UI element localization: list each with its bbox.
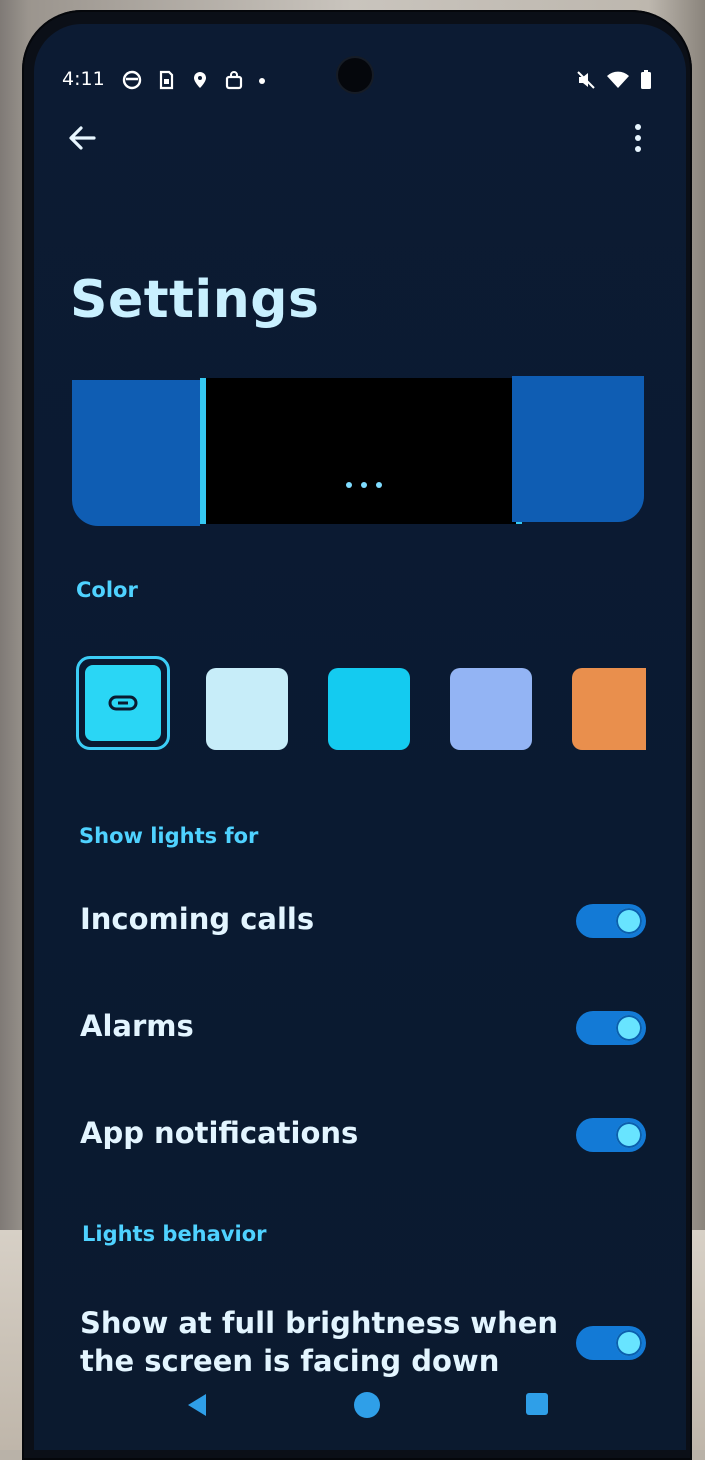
toggle-row-app-notifications[interactable]: App notifications (80, 1106, 646, 1166)
location-pin-icon (194, 72, 206, 88)
section-color-label: Color (76, 578, 138, 602)
toggle-row-incoming-calls[interactable]: Incoming calls (80, 892, 646, 952)
front-camera (338, 58, 372, 92)
full-brightness-switch[interactable] (576, 1326, 646, 1360)
toggle-row-alarms[interactable]: Alarms (80, 999, 646, 1059)
preview-right-panel (512, 376, 644, 522)
alarms-switch[interactable] (576, 1011, 646, 1045)
page-title: Settings (70, 270, 320, 330)
more-options-icon[interactable] (626, 120, 650, 156)
notification-icons (122, 70, 266, 90)
nav-recents-icon[interactable] (526, 1393, 548, 1415)
section-lights-behavior-label: Lights behavior (82, 1222, 267, 1246)
incoming-calls-label: Incoming calls (80, 902, 315, 936)
system-icons (576, 70, 652, 90)
preview-phone-screen (200, 378, 522, 524)
battery-icon (641, 70, 651, 89)
screen: 4:11 Settings Color Show lights for Inco… (34, 24, 686, 1450)
mute-icon (577, 71, 595, 89)
nav-back-icon[interactable] (182, 1390, 212, 1420)
full-brightness-line1: Show at full brightness when (80, 1306, 559, 1340)
color-swatch-light[interactable] (206, 668, 288, 750)
top-app-bar (54, 114, 666, 162)
app-notifications-label: App notifications (80, 1116, 359, 1150)
navigation-bar (34, 1380, 686, 1430)
toggle-row-full-brightness[interactable]: Show at full brightness when the screen … (80, 1304, 646, 1384)
sim-card-icon (159, 70, 174, 90)
color-swatch-list (76, 656, 646, 756)
full-brightness-line2: the screen is facing down (80, 1344, 500, 1378)
shopping-bag-icon (225, 71, 243, 90)
preview-dots (346, 482, 382, 488)
color-swatch-orange[interactable] (572, 668, 646, 750)
color-swatch-cyan-selected[interactable] (76, 656, 170, 750)
app-notifications-switch[interactable] (576, 1118, 646, 1152)
wifi-icon (607, 71, 629, 88)
status-time: 4:11 (62, 68, 105, 90)
color-swatch-periwinkle[interactable] (450, 668, 532, 750)
link-icon (108, 695, 138, 711)
alarms-label: Alarms (80, 1009, 194, 1043)
more-dot-icon (259, 78, 265, 84)
nav-home-icon[interactable] (354, 1392, 380, 1418)
color-swatch-aqua[interactable] (328, 668, 410, 750)
preview-left-panel (72, 380, 200, 526)
edge-light-preview (72, 376, 644, 526)
section-show-lights-label: Show lights for (79, 824, 259, 848)
circle-app-icon (122, 70, 142, 90)
full-brightness-label: Show at full brightness when the screen … (80, 1304, 558, 1380)
back-arrow-icon[interactable] (64, 120, 100, 156)
incoming-calls-switch[interactable] (576, 904, 646, 938)
